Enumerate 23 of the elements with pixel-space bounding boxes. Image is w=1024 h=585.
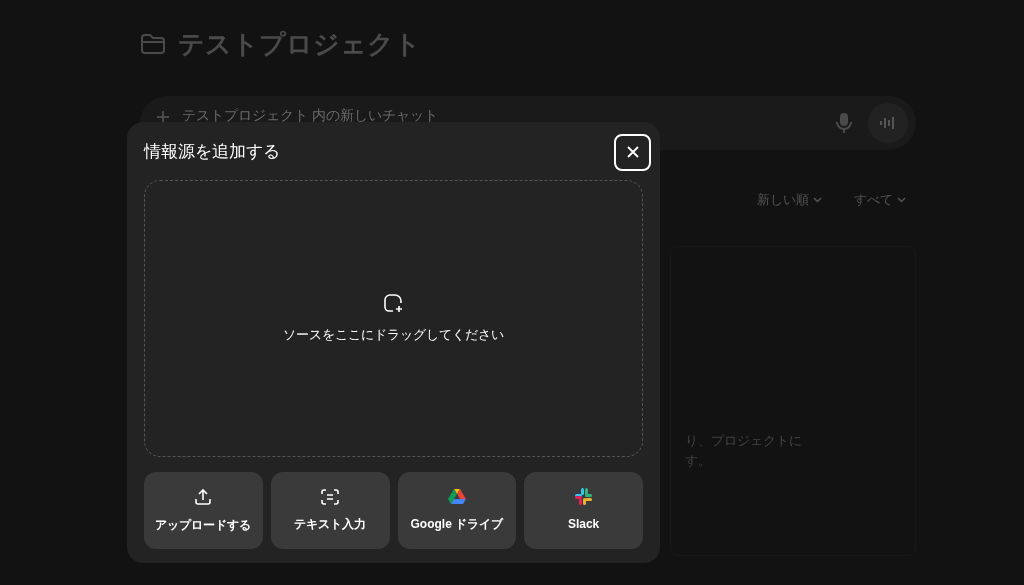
project-title: テストプロジェクト [178,27,421,61]
folder-icon [140,33,166,55]
add-image-icon [382,292,405,313]
drop-zone[interactable]: ソースをここにドラッグしてください [144,180,643,457]
voice-button[interactable] [868,103,908,143]
close-icon [626,146,639,158]
upload-icon [194,487,213,506]
chat-placeholder: テストプロジェクト 内の新しいチャット [182,107,438,123]
text-scan-icon [321,488,340,505]
plus-icon[interactable] [156,110,170,124]
slack-logo-icon [575,488,593,505]
chevron-down-icon [813,196,822,203]
source-button[interactable]: テキスト入力 [270,472,390,549]
drive-logo-icon [447,488,466,505]
source-button[interactable]: Google ドライブ [397,472,517,549]
waveform-icon [879,116,897,130]
drop-zone-text: ソースをここにドラッグしてください [283,325,504,344]
source-button[interactable]: アップロードする [144,472,263,549]
chevron-down-icon [897,196,906,203]
microphone-icon[interactable] [836,112,852,134]
dialog-title: 情報源を追加する [144,141,280,164]
close-button[interactable] [614,133,651,171]
source-button[interactable]: Slack [524,472,643,549]
